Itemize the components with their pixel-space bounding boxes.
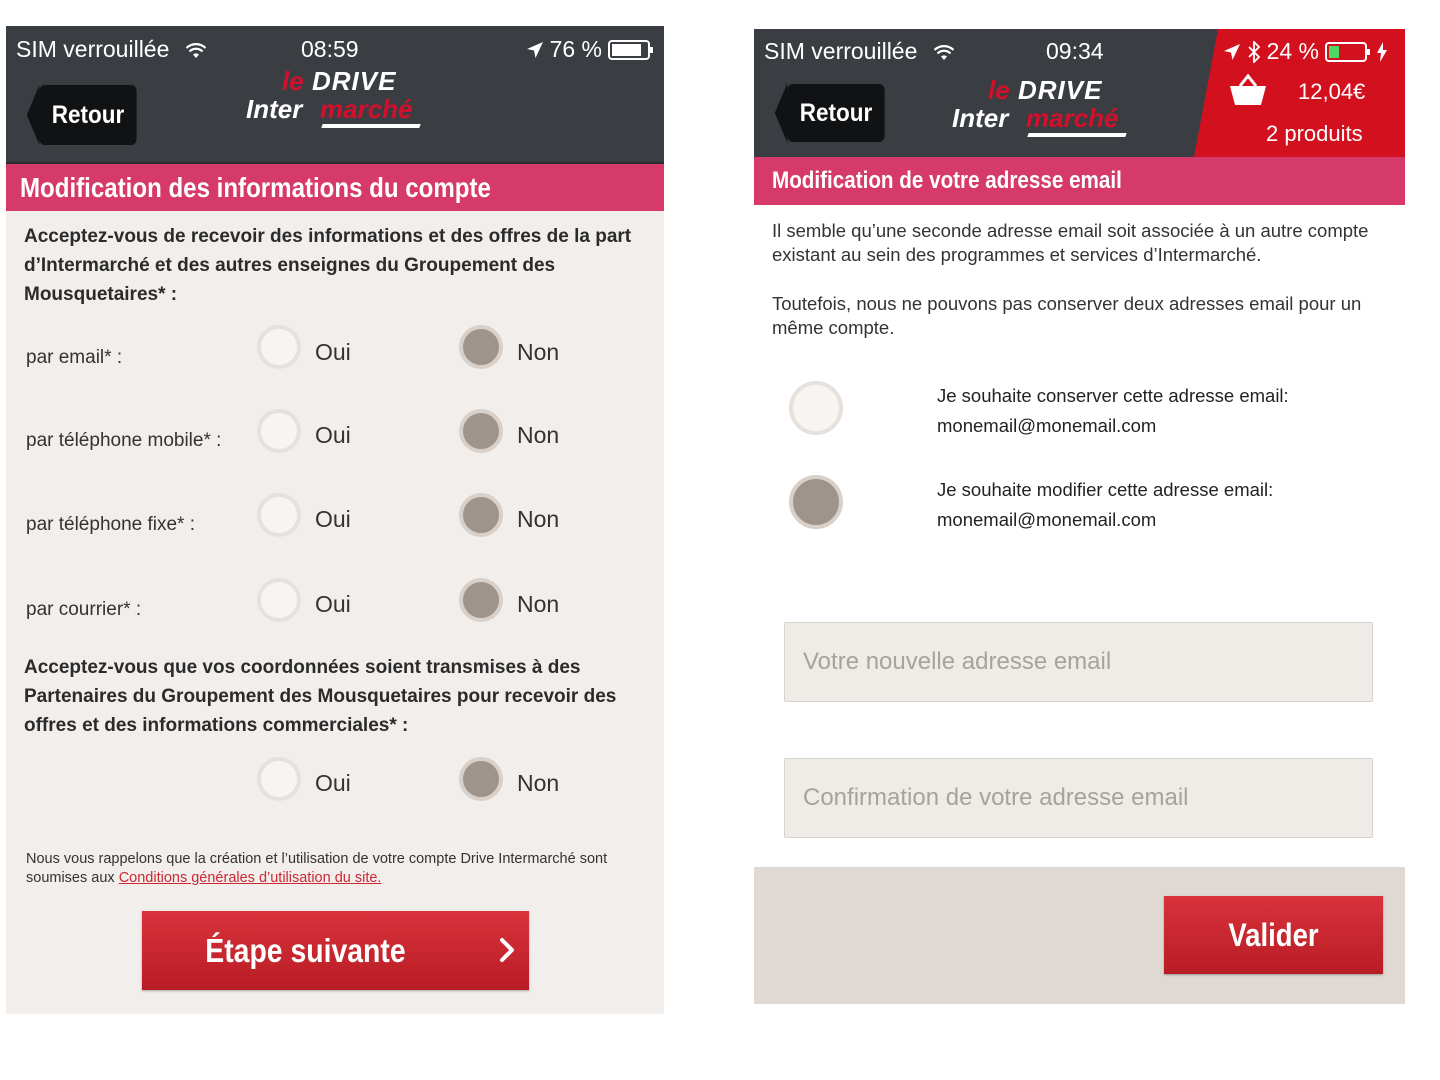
cart-count: 2 produits xyxy=(1266,121,1363,146)
change-email-radio[interactable] xyxy=(789,475,843,529)
mobile-oui-radio[interactable] xyxy=(257,409,301,453)
battery-percent: 76 % xyxy=(549,36,602,62)
change-email-label: Je souhaite modifier cette adresse email… xyxy=(937,479,1274,500)
chevron-right-icon xyxy=(500,938,514,962)
page-title-banner: Modification de votre adresse email xyxy=(754,157,1405,205)
drive-intermarche-logo: le DRIVE Inter marché xyxy=(952,75,1132,145)
next-step-button[interactable]: Étape suivante xyxy=(142,911,529,990)
wifi-icon xyxy=(185,42,206,58)
bluetooth-icon xyxy=(1247,40,1260,63)
keep-email-value: monemail@monemail.com xyxy=(937,415,1157,436)
submit-button[interactable]: Valider xyxy=(1164,896,1383,974)
consent-question-offers: Acceptez-vous de recevoir des informatio… xyxy=(24,226,632,305)
clock: 09:34 xyxy=(1046,38,1104,64)
basket-icon xyxy=(1230,73,1266,105)
partners-oui-label: Oui xyxy=(315,770,351,796)
battery-icon xyxy=(608,39,653,60)
carrier-label: SIM verrouillée xyxy=(764,38,918,64)
battery-percent: 24 % xyxy=(1266,38,1319,64)
page-title-banner: Modification des informations du compte xyxy=(6,164,664,211)
email-non-label: Non xyxy=(517,339,560,365)
row-label-mobile: par téléphone mobile* : xyxy=(26,430,222,451)
battery-icon xyxy=(1325,41,1370,62)
clock: 08:59 xyxy=(301,36,359,62)
carrier-label: SIM verrouillée xyxy=(16,36,170,62)
page-title: Modification des informations du compte xyxy=(20,172,491,203)
row-label-email: par email* : xyxy=(26,347,123,368)
row-label-mail: par courrier* : xyxy=(26,599,142,620)
partners-non-radio[interactable] xyxy=(459,757,503,801)
landline-non-radio[interactable] xyxy=(459,493,503,537)
row-label-landline: par téléphone fixe* : xyxy=(26,514,196,535)
mobile-oui-label: Oui xyxy=(315,422,351,448)
account-info-screen: SIM verrouillée 08:59 76 % Retour le DRI… xyxy=(6,26,664,1014)
landline-oui-radio[interactable] xyxy=(257,493,301,537)
duplicate-email-explanation: Il semble qu’une seconde adresse email s… xyxy=(772,220,1369,265)
terms-link[interactable]: Conditions générales d’utilisation du si… xyxy=(119,870,382,886)
cart-total: 12,04€ xyxy=(1298,79,1366,104)
landline-oui-label: Oui xyxy=(315,506,351,532)
new-email-input[interactable]: Votre nouvelle adresse email xyxy=(784,622,1373,702)
keep-email-option: Je souhaite conserver cette adresse emai… xyxy=(937,381,1289,441)
change-email-option: Je souhaite modifier cette adresse email… xyxy=(937,475,1273,535)
location-arrow-icon xyxy=(526,41,543,58)
email-oui-label: Oui xyxy=(315,339,351,365)
mail-non-radio[interactable] xyxy=(459,578,503,622)
mobile-non-radio[interactable] xyxy=(459,409,503,453)
email-change-screen: 12,04€ 2 produits SIM verrouillée 09:34 … xyxy=(754,29,1405,1004)
confirm-email-input[interactable]: Confirmation de votre adresse email xyxy=(784,758,1373,838)
status-bar: SIM verrouillée 08:59 76 % xyxy=(6,26,664,70)
email-oui-radio[interactable] xyxy=(257,325,301,369)
page-title: Modification de votre adresse email xyxy=(772,167,1122,194)
consent-question-partners: Acceptez-vous que vos coordonnées soient… xyxy=(24,657,617,736)
partners-oui-radio[interactable] xyxy=(257,757,301,801)
change-email-value: monemail@monemail.com xyxy=(937,509,1157,530)
mail-oui-label: Oui xyxy=(315,591,351,617)
mobile-non-label: Non xyxy=(517,422,560,448)
single-email-notice: Toutefois, nous ne pouvons pas conserver… xyxy=(772,293,1362,338)
status-bar: SIM verrouillée 09:34 24 % xyxy=(754,29,1405,73)
email-non-radio[interactable] xyxy=(459,325,503,369)
charging-bolt-icon xyxy=(1377,41,1387,62)
back-button[interactable]: Retour xyxy=(774,83,885,143)
wifi-icon xyxy=(933,44,954,60)
back-button[interactable]: Retour xyxy=(26,85,137,145)
keep-email-label: Je souhaite conserver cette adresse emai… xyxy=(937,385,1289,406)
terms-reminder: Nous vous rappelons que la création et l… xyxy=(26,851,608,886)
landline-non-label: Non xyxy=(517,506,560,532)
mail-non-label: Non xyxy=(517,591,560,617)
partners-non-label: Non xyxy=(517,770,560,796)
location-arrow-icon xyxy=(1223,43,1240,60)
drive-intermarche-logo: le DRIVE Inter marché xyxy=(246,66,426,136)
keep-email-radio[interactable] xyxy=(789,381,843,435)
mail-oui-radio[interactable] xyxy=(257,578,301,622)
